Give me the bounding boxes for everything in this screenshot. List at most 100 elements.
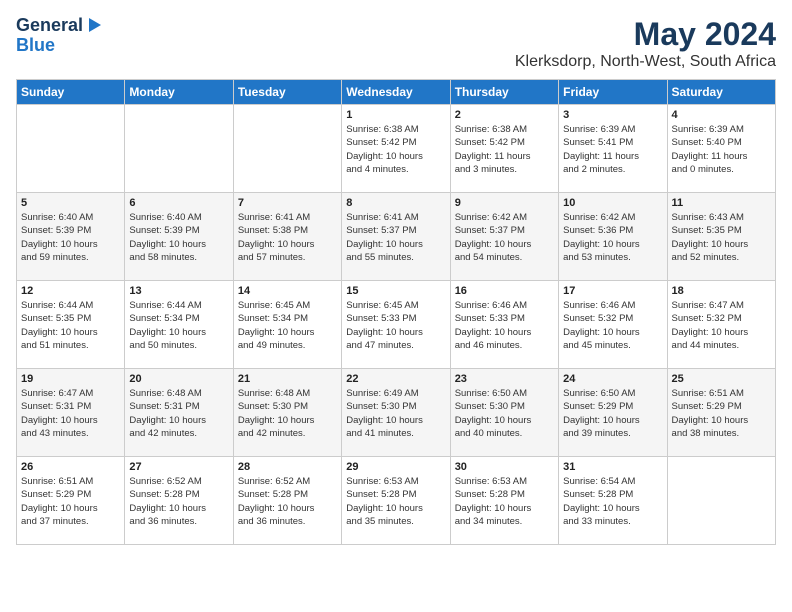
logo-blue: Blue [16, 36, 103, 56]
calendar-cell [17, 105, 125, 193]
calendar-cell: 5 Sunrise: 6:40 AM Sunset: 5:39 PM Daylig… [17, 193, 125, 281]
week-row-4: 19 Sunrise: 6:47 AM Sunset: 5:31 PM Dayli… [17, 369, 776, 457]
cell-info: Sunrise: 6:48 AM Sunset: 5:30 PM Dayligh… [238, 387, 337, 440]
day-number: 16 [455, 285, 554, 297]
calendar-cell: 3 Sunrise: 6:39 AM Sunset: 5:41 PM Daylig… [559, 105, 667, 193]
cell-info: Sunrise: 6:50 AM Sunset: 5:30 PM Dayligh… [455, 387, 554, 440]
calendar-cell: 4 Sunrise: 6:39 AM Sunset: 5:40 PM Daylig… [667, 105, 775, 193]
cell-info: Sunrise: 6:53 AM Sunset: 5:28 PM Dayligh… [346, 475, 445, 528]
calendar-cell [233, 105, 341, 193]
cell-info: Sunrise: 6:44 AM Sunset: 5:35 PM Dayligh… [21, 299, 120, 352]
day-number: 29 [346, 461, 445, 473]
calendar-cell: 16Sunrise: 6:46 AM Sunset: 5:33 PM Dayli… [450, 281, 558, 369]
calendar-cell: 2 Sunrise: 6:38 AM Sunset: 5:42 PM Daylig… [450, 105, 558, 193]
day-number: 13 [129, 285, 228, 297]
day-number: 8 [346, 197, 445, 209]
calendar-cell: 6 Sunrise: 6:40 AM Sunset: 5:39 PM Daylig… [125, 193, 233, 281]
title-block: May 2024 Klerksdorp, North-West, South A… [515, 16, 776, 71]
day-number: 7 [238, 197, 337, 209]
calendar-cell: 20Sunrise: 6:48 AM Sunset: 5:31 PM Dayli… [125, 369, 233, 457]
calendar-cell: 17 Sunrise: 6:46 AM Sunset: 5:32 PM Dayli… [559, 281, 667, 369]
week-row-1: 1 Sunrise: 6:38 AM Sunset: 5:42 PM Daylig… [17, 105, 776, 193]
cell-info: Sunrise: 6:49 AM Sunset: 5:30 PM Dayligh… [346, 387, 445, 440]
calendar-cell: 25Sunrise: 6:51 AM Sunset: 5:29 PM Dayli… [667, 369, 775, 457]
day-number: 10 [563, 197, 662, 209]
weekday-header-row: SundayMondayTuesdayWednesdayThursdayFrid… [17, 80, 776, 105]
cell-info: Sunrise: 6:38 AM Sunset: 5:42 PM Dayligh… [346, 123, 445, 176]
calendar-cell [125, 105, 233, 193]
cell-info: Sunrise: 6:39 AM Sunset: 5:40 PM Dayligh… [672, 123, 771, 176]
day-number: 1 [346, 109, 445, 121]
cell-info: Sunrise: 6:38 AM Sunset: 5:42 PM Dayligh… [455, 123, 554, 176]
cell-info: Sunrise: 6:40 AM Sunset: 5:39 PM Dayligh… [129, 211, 228, 264]
cell-info: Sunrise: 6:54 AM Sunset: 5:28 PM Dayligh… [563, 475, 662, 528]
day-number: 15 [346, 285, 445, 297]
cell-info: Sunrise: 6:39 AM Sunset: 5:41 PM Dayligh… [563, 123, 662, 176]
weekday-header-sunday: Sunday [17, 80, 125, 105]
day-number: 9 [455, 197, 554, 209]
calendar-cell: 15Sunrise: 6:45 AM Sunset: 5:33 PM Dayli… [342, 281, 450, 369]
day-number: 17 [563, 285, 662, 297]
cell-info: Sunrise: 6:50 AM Sunset: 5:29 PM Dayligh… [563, 387, 662, 440]
main-title: May 2024 [515, 16, 776, 53]
calendar-cell: 29 Sunrise: 6:53 AM Sunset: 5:28 PM Dayli… [342, 457, 450, 545]
calendar-cell: 11 Sunrise: 6:43 AM Sunset: 5:35 PM Dayli… [667, 193, 775, 281]
cell-info: Sunrise: 6:52 AM Sunset: 5:28 PM Dayligh… [238, 475, 337, 528]
week-row-5: 26Sunrise: 6:51 AM Sunset: 5:29 PM Dayli… [17, 457, 776, 545]
cell-info: Sunrise: 6:46 AM Sunset: 5:32 PM Dayligh… [563, 299, 662, 352]
cell-info: Sunrise: 6:47 AM Sunset: 5:31 PM Dayligh… [21, 387, 120, 440]
day-number: 24 [563, 373, 662, 385]
calendar-cell: 28 Sunrise: 6:52 AM Sunset: 5:28 PM Dayli… [233, 457, 341, 545]
weekday-header-monday: Monday [125, 80, 233, 105]
day-number: 4 [672, 109, 771, 121]
header: General Blue May 2024 Klerksdorp, North-… [16, 16, 776, 71]
cell-info: Sunrise: 6:42 AM Sunset: 5:37 PM Dayligh… [455, 211, 554, 264]
day-number: 23 [455, 373, 554, 385]
day-number: 27 [129, 461, 228, 473]
weekday-header-thursday: Thursday [450, 80, 558, 105]
cell-info: Sunrise: 6:53 AM Sunset: 5:28 PM Dayligh… [455, 475, 554, 528]
cell-info: Sunrise: 6:42 AM Sunset: 5:36 PM Dayligh… [563, 211, 662, 264]
calendar-cell: 1 Sunrise: 6:38 AM Sunset: 5:42 PM Daylig… [342, 105, 450, 193]
calendar-cell: 26Sunrise: 6:51 AM Sunset: 5:29 PM Dayli… [17, 457, 125, 545]
calendar-cell: 30 Sunrise: 6:53 AM Sunset: 5:28 PM Dayli… [450, 457, 558, 545]
weekday-header-wednesday: Wednesday [342, 80, 450, 105]
calendar-cell: 14 Sunrise: 6:45 AM Sunset: 5:34 PM Dayli… [233, 281, 341, 369]
calendar-cell: 27 Sunrise: 6:52 AM Sunset: 5:28 PM Dayli… [125, 457, 233, 545]
calendar-cell: 13 Sunrise: 6:44 AM Sunset: 5:34 PM Dayli… [125, 281, 233, 369]
day-number: 18 [672, 285, 771, 297]
cell-info: Sunrise: 6:51 AM Sunset: 5:29 PM Dayligh… [672, 387, 771, 440]
cell-info: Sunrise: 6:44 AM Sunset: 5:34 PM Dayligh… [129, 299, 228, 352]
day-number: 5 [21, 197, 120, 209]
calendar-cell: 23 Sunrise: 6:50 AM Sunset: 5:30 PM Dayli… [450, 369, 558, 457]
calendar-cell [667, 457, 775, 545]
cell-info: Sunrise: 6:48 AM Sunset: 5:31 PM Dayligh… [129, 387, 228, 440]
day-number: 30 [455, 461, 554, 473]
logo-general: General [16, 16, 83, 36]
calendar-cell: 31 Sunrise: 6:54 AM Sunset: 5:28 PM Dayli… [559, 457, 667, 545]
day-number: 31 [563, 461, 662, 473]
calendar-cell: 24 Sunrise: 6:50 AM Sunset: 5:29 PM Dayli… [559, 369, 667, 457]
calendar-cell: 8Sunrise: 6:41 AM Sunset: 5:37 PM Daylig… [342, 193, 450, 281]
cell-info: Sunrise: 6:52 AM Sunset: 5:28 PM Dayligh… [129, 475, 228, 528]
day-number: 14 [238, 285, 337, 297]
day-number: 19 [21, 373, 120, 385]
calendar-cell: 10 Sunrise: 6:42 AM Sunset: 5:36 PM Dayli… [559, 193, 667, 281]
subtitle: Klerksdorp, North-West, South Africa [515, 53, 776, 71]
cell-info: Sunrise: 6:41 AM Sunset: 5:38 PM Dayligh… [238, 211, 337, 264]
calendar-cell: 22 Sunrise: 6:49 AM Sunset: 5:30 PM Dayli… [342, 369, 450, 457]
week-row-2: 5 Sunrise: 6:40 AM Sunset: 5:39 PM Daylig… [17, 193, 776, 281]
cell-info: Sunrise: 6:40 AM Sunset: 5:39 PM Dayligh… [21, 211, 120, 264]
day-number: 3 [563, 109, 662, 121]
day-number: 2 [455, 109, 554, 121]
weekday-header-tuesday: Tuesday [233, 80, 341, 105]
day-number: 28 [238, 461, 337, 473]
day-number: 22 [346, 373, 445, 385]
calendar-cell: 18Sunrise: 6:47 AM Sunset: 5:32 PM Dayli… [667, 281, 775, 369]
calendar-cell: 7 Sunrise: 6:41 AM Sunset: 5:38 PM Daylig… [233, 193, 341, 281]
cell-info: Sunrise: 6:45 AM Sunset: 5:34 PM Dayligh… [238, 299, 337, 352]
day-number: 6 [129, 197, 228, 209]
day-number: 11 [672, 197, 771, 209]
week-row-3: 12Sunrise: 6:44 AM Sunset: 5:35 PM Dayli… [17, 281, 776, 369]
cell-info: Sunrise: 6:43 AM Sunset: 5:35 PM Dayligh… [672, 211, 771, 264]
